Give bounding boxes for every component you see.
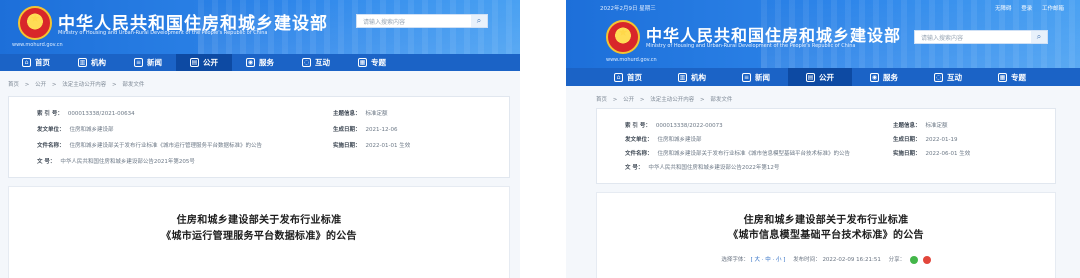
breadcrumb-home[interactable]: 首页 xyxy=(596,97,607,103)
nav-topic[interactable]: ▦ 专题 xyxy=(344,54,400,71)
work-email-link[interactable]: 工作邮箱 xyxy=(1042,6,1064,12)
category-row: 主题信息： 标准定额 xyxy=(893,123,948,129)
document-number-row: 文 号： 中华人民共和国住房和城乡建设部公告2022年第12号 xyxy=(625,165,780,171)
nav-home[interactable]: ⌂ 首页 xyxy=(596,68,660,86)
generated-date-row: 生成日期： 2022-01-19 xyxy=(893,137,958,143)
document-info-box: 索 引 号： 000013338/2022-00073 主题信息： 标准定额 发文单… xyxy=(596,108,1056,184)
breadcrumb-open[interactable]: 公开 xyxy=(35,82,46,88)
top-toolbar: 无障碍 登录 工作邮箱 xyxy=(987,4,1064,12)
font-size-label: 选择字体： xyxy=(721,257,749,263)
issuer-row: 发文单位： 住房和城乡建设部 xyxy=(625,137,702,143)
effective-date-row: 实施日期： 2022-01-01 生效 xyxy=(333,143,411,149)
nav-topic[interactable]: ▦ 专题 xyxy=(980,68,1044,86)
document-name-row: 文件名称： 住房和城乡建设部关于发布行业标准《城市运行管理服务平台数据标准》的公告 xyxy=(37,143,263,149)
main-nav: ⌂ 首页 ▥ 机构 ≡ 新闻 ▤ 公开 ◉ 服务 ◌ 互动 ▦ 专题 xyxy=(0,54,520,71)
publish-time: 2022-02-09 16:21:51 xyxy=(822,257,881,263)
article-title-line2: 《城市运行管理服务平台数据标准》的公告 xyxy=(161,231,357,242)
breadcrumb: 首页 > 公开 > 法定主动公开内容 > 部发文件 xyxy=(596,97,733,103)
site-url: www.mohurd.gov.cn xyxy=(606,57,657,63)
nav-service[interactable]: ◉ 服务 xyxy=(232,54,288,71)
generated-date-row: 生成日期： 2021-12-06 xyxy=(333,127,398,133)
open-info-icon: ▤ xyxy=(806,72,815,82)
left-page-screenshot: ★ 中华人民共和国住房和城乡建设部 Ministry of Housing an… xyxy=(0,0,520,278)
home-icon: ⌂ xyxy=(22,58,31,67)
breadcrumb-dept-docs[interactable]: 部发文件 xyxy=(710,97,732,103)
article-body: 住房和城乡建设部关于发布行业标准 《城市运行管理服务平台数据标准》的公告 xyxy=(8,186,510,278)
site-header: 2022年2月9日 星期三 无障碍 登录 工作邮箱 ★ 中华人民共和国住房和城乡… xyxy=(566,0,1080,68)
search-input[interactable]: 请输入搜索内容 ⌕ xyxy=(356,14,488,28)
nav-interaction[interactable]: ◌ 互动 xyxy=(916,68,980,86)
login-link[interactable]: 登录 xyxy=(1021,6,1032,12)
article-meta-bar: 选择字体： [ 大 · 中 · 小 ] 发布时间： 2022-02-09 16:… xyxy=(597,255,1055,264)
index-number-row: 索 引 号： 000013338/2022-00073 xyxy=(625,123,723,129)
publish-time-label: 发布时间： xyxy=(793,257,821,263)
site-subtitle: Ministry of Housing and Urban-Rural Deve… xyxy=(58,30,268,36)
national-emblem-icon: ★ xyxy=(18,6,52,40)
topic-icon: ▦ xyxy=(998,72,1007,82)
index-number-row: 索 引 号： 000013338/2021-00634 xyxy=(37,111,135,117)
share-label: 分享： xyxy=(888,257,906,263)
nav-news[interactable]: ≡ 新闻 xyxy=(724,68,788,86)
nav-open-info[interactable]: ▤ 公开 xyxy=(788,68,852,86)
news-icon: ≡ xyxy=(742,72,751,82)
nav-interaction[interactable]: ◌ 互动 xyxy=(288,54,344,71)
document-number-row: 文 号： 中华人民共和国住房和城乡建设部公告2021年第205号 xyxy=(37,159,195,165)
nav-service[interactable]: ◉ 服务 xyxy=(852,68,916,86)
interaction-icon: ◌ xyxy=(302,58,311,67)
search-input[interactable]: 请输入搜索内容 ⌕ xyxy=(914,30,1048,44)
institution-icon: ▥ xyxy=(678,72,687,82)
breadcrumb-statutory[interactable]: 法定主动公开内容 xyxy=(650,97,694,103)
right-page-screenshot: 2022年2月9日 星期三 无障碍 登录 工作邮箱 ★ 中华人民共和国住房和城乡… xyxy=(566,0,1080,278)
national-emblem-icon: ★ xyxy=(606,20,640,54)
nav-open-info[interactable]: ▤ 公开 xyxy=(176,54,232,71)
home-icon: ⌂ xyxy=(614,72,623,82)
site-header: ★ 中华人民共和国住房和城乡建设部 Ministry of Housing an… xyxy=(0,0,520,54)
category-row: 主题信息： 标准定额 xyxy=(333,111,388,117)
document-name-row: 文件名称： 住房和城乡建设部关于发布行业标准《城市信息模型基础平台技术标准》的公告 xyxy=(625,151,851,157)
institution-icon: ▥ xyxy=(78,58,87,67)
effective-date-row: 实施日期： 2022-06-01 生效 xyxy=(893,151,971,157)
main-nav: ⌂ 首页 ▥ 机构 ≡ 新闻 ▤ 公开 ◉ 服务 ◌ 互动 ▦ 专题 xyxy=(566,68,1080,86)
nav-home[interactable]: ⌂ 首页 xyxy=(8,54,64,71)
search-placeholder: 请输入搜索内容 xyxy=(921,35,964,42)
open-info-icon: ▤ xyxy=(190,58,199,67)
document-info-box: 索 引 号： 000013338/2021-00634 主题信息： 标准定额 发文单… xyxy=(8,96,510,178)
article-title-line1: 住房和城乡建设部关于发布行业标准 xyxy=(176,215,342,226)
accessibility-link[interactable]: 无障碍 xyxy=(995,6,1012,12)
weibo-share-icon[interactable] xyxy=(922,255,931,264)
issuer-row: 发文单位： 住房和城乡建设部 xyxy=(37,127,114,133)
topic-icon: ▦ xyxy=(358,58,367,67)
breadcrumb-statutory[interactable]: 法定主动公开内容 xyxy=(62,82,106,88)
search-placeholder: 请输入搜索内容 xyxy=(363,19,406,26)
article-title-line2: 《城市信息模型基础平台技术标准》的公告 xyxy=(728,230,924,241)
service-icon: ◉ xyxy=(870,72,879,82)
site-subtitle: Ministry of Housing and Urban-Rural Deve… xyxy=(646,43,856,49)
nav-news[interactable]: ≡ 新闻 xyxy=(120,54,176,71)
site-url: www.mohurd.gov.cn xyxy=(12,42,63,48)
search-icon[interactable]: ⌕ xyxy=(471,15,487,27)
breadcrumb-dept-docs[interactable]: 部发文件 xyxy=(122,82,144,88)
current-date: 2022年2月9日 星期三 xyxy=(600,6,656,12)
search-icon[interactable]: ⌕ xyxy=(1031,31,1047,43)
article-title-line1: 住房和城乡建设部关于发布行业标准 xyxy=(743,215,909,226)
breadcrumb-home[interactable]: 首页 xyxy=(8,82,19,88)
nav-institution[interactable]: ▥ 机构 xyxy=(660,68,724,86)
service-icon: ◉ xyxy=(246,58,255,67)
breadcrumb-open[interactable]: 公开 xyxy=(623,97,634,103)
interaction-icon: ◌ xyxy=(934,72,943,82)
nav-institution[interactable]: ▥ 机构 xyxy=(64,54,120,71)
wechat-share-icon[interactable] xyxy=(909,255,918,264)
news-icon: ≡ xyxy=(134,58,143,67)
font-size-selector[interactable]: [ 大 · 中 · 小 ] xyxy=(751,257,786,263)
breadcrumb: 首页 > 公开 > 法定主动公开内容 > 部发文件 xyxy=(8,82,145,88)
article-body: 住房和城乡建设部关于发布行业标准 《城市信息模型基础平台技术标准》的公告 选择字… xyxy=(596,192,1056,278)
